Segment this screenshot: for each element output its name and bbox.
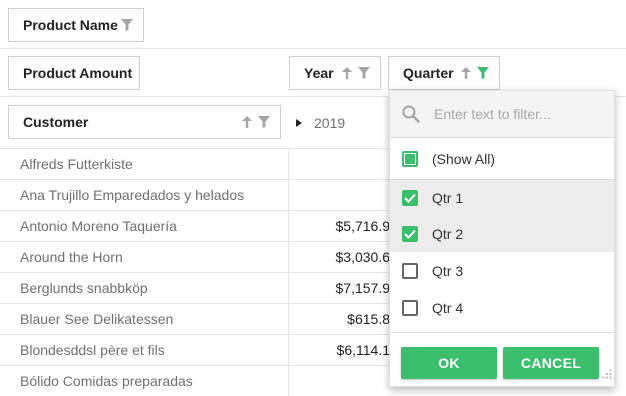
quarter-field[interactable]: Quarter [388,56,500,90]
product-name-field[interactable]: Product Name [8,8,144,42]
quarter-label: Quarter [403,65,454,81]
grid-line [0,179,410,180]
row-amount: $5,716.9 [335,218,391,234]
qtr-4-checkbox[interactable] [402,300,418,316]
filter-icon[interactable] [258,116,270,128]
option-label: Qtr 2 [432,226,464,242]
grid-line [0,272,410,273]
option-label: Qtr 3 [432,263,464,279]
filter-icon[interactable] [358,67,370,79]
filter-search-row [390,91,614,138]
option-qtr-4[interactable]: Qtr 4 [390,290,614,326]
row-customer: Alfreds Futterkiste [20,156,133,172]
divider [390,332,614,333]
row-customer: Ana Trujillo Emparedados y helados [20,187,245,203]
year-value: 2019 [314,115,346,131]
row-customer: Berglunds snabbköp [20,280,148,296]
filter-active-icon[interactable] [477,67,489,79]
row-customer: Blauer See Delikatessen [20,311,174,327]
row-amount: $6,114.1 [336,342,390,358]
grid-line [0,334,410,335]
option-qtr-1[interactable]: Qtr 1 [390,180,614,216]
row-amount: $7,157.9 [335,280,391,296]
show-all-checkbox[interactable] [402,151,418,167]
resize-grip-icon[interactable] [602,366,612,384]
qtr-3-checkbox[interactable] [402,263,418,279]
option-qtr-3[interactable]: Qtr 3 [390,253,614,289]
sort-up-icon[interactable] [342,67,352,79]
row-customer: Blondesddsl père et fils [20,342,165,358]
row-customer: Around the Horn [20,249,123,265]
year-column-header: 2019 [296,112,345,134]
row-customer: Antonio Moreno Taquería [20,218,177,234]
year-field[interactable]: Year [289,56,381,90]
product-name-label: Product Name [23,17,118,33]
filter-icon[interactable] [121,19,133,31]
cancel-button[interactable]: CANCEL [503,347,599,379]
grid-line [0,148,410,149]
product-amount-label: Product Amount [23,65,133,81]
option-label: Qtr 1 [432,190,464,206]
row-customer: Bólido Comidas preparadas [20,373,193,389]
qtr-1-checkbox[interactable] [402,190,418,206]
grid-line [0,241,410,242]
grid-line [0,48,626,49]
sort-up-icon[interactable] [461,67,471,79]
row-amount: $615.8 [347,311,390,327]
sort-up-icon[interactable] [242,116,252,128]
filter-popup: (Show All) Qtr 1 Qtr 2 Qtr 3 Qtr 4 OK CA… [389,90,615,387]
row-amount: $3,030.6 [335,249,391,265]
grid-line [0,210,410,211]
customer-label: Customer [23,114,89,130]
option-label: Qtr 4 [432,300,464,316]
customer-field[interactable]: Customer [8,105,281,139]
filter-search-input[interactable] [432,105,596,123]
search-icon [402,105,420,123]
product-amount-field[interactable]: Product Amount [8,56,140,90]
grid-line [0,365,410,366]
expand-arrow-icon[interactable] [296,119,302,127]
show-all-label: (Show All) [432,151,496,167]
grid-line [0,303,410,304]
year-label: Year [304,65,334,81]
option-qtr-2[interactable]: Qtr 2 [390,216,614,252]
qtr-2-checkbox[interactable] [402,226,418,242]
grid-line [288,148,289,396]
show-all-option[interactable]: (Show All) [390,141,614,177]
ok-button[interactable]: OK [401,347,497,379]
